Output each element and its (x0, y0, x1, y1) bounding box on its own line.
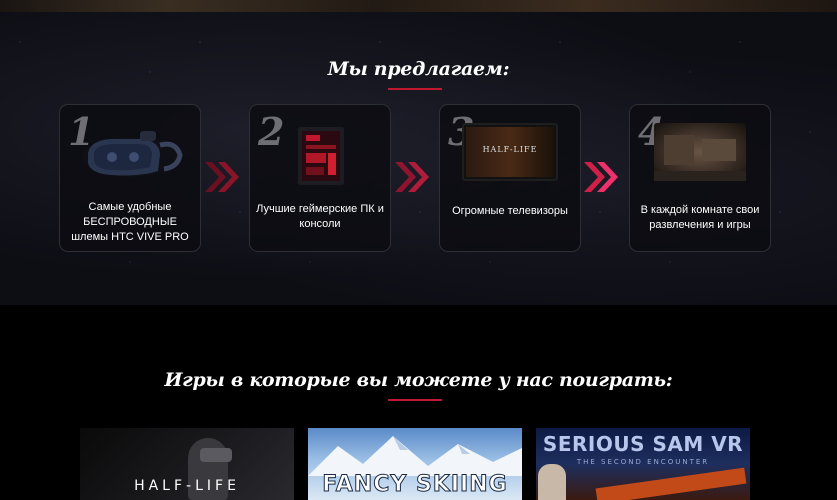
offer-card-2: 2 Лучшие геймерские ПК и консоли (249, 104, 391, 252)
tv-image: HALF-LIFE (462, 123, 558, 181)
offer-section-title: Мы предлагаем: (327, 58, 510, 80)
card-description: В каждой комнате свои развлечения и игры (640, 204, 760, 231)
offer-title-underline (388, 88, 442, 90)
offer-card-4: 4 В каждой комнате свои развлечения и иг… (629, 104, 771, 252)
character-figure-image (538, 464, 566, 500)
mountain-image (308, 436, 522, 476)
offer-card-1: 1 Самые удобные БЕСПРОВОДНЫЕ шлемы HTC V… (59, 104, 201, 252)
game-title: SERIOUS SAM VR (542, 432, 744, 456)
card-description: Огромные телевизоры (452, 205, 568, 217)
chainsaw-image (595, 467, 747, 500)
card-description: Лучшие геймерские ПК и консоли (256, 203, 384, 230)
tv-screen-title: HALF-LIFE (482, 145, 538, 154)
game-title: FANCY SKIING (322, 472, 508, 498)
card-description: Самые удобные БЕСПРОВОДНЫЕ шлемы HTC VIV… (71, 201, 189, 243)
games-section-title: Игры в которые вы можете у нас поиграть: (164, 369, 673, 391)
vr-headset-image (82, 131, 183, 177)
room-image (654, 123, 746, 181)
offer-card-3: 3 HALF-LIFE Огромные телевизоры (439, 104, 581, 252)
gaming-pc-image (298, 127, 344, 185)
chevron-arrows-icon (205, 162, 239, 192)
game-card-half-life[interactable]: HALF-LIFE (80, 428, 294, 500)
game-subtitle: THE SECOND ENCOUNTER (576, 458, 710, 466)
games-title-underline (388, 399, 442, 401)
game-title: HALF-LIFE (134, 478, 240, 494)
game-card-fancy-skiing[interactable]: FANCY SKIING (308, 428, 522, 500)
game-card-serious-sam[interactable]: SERIOUS SAM VR THE SECOND ENCOUNTER (536, 428, 750, 500)
top-banner-strip (0, 0, 837, 12)
card-number: 2 (258, 109, 285, 154)
vr-headset-icon (200, 448, 232, 462)
chevron-arrows-icon (395, 162, 429, 192)
chevron-arrows-icon (584, 162, 618, 192)
